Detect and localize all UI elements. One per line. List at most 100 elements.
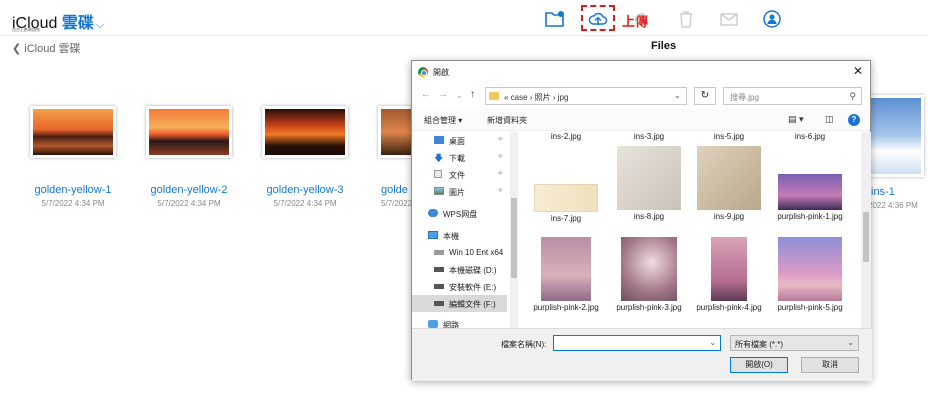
- file-tile[interactable]: ins-1 2022 4:36 PM: [868, 95, 928, 210]
- tree-item-pictures[interactable]: 圖片 ⟡: [412, 183, 507, 200]
- back-arrow-icon[interactable]: ←: [421, 89, 431, 100]
- sub-header: ❮ iCloud 雲碟 Files: [0, 37, 928, 59]
- file-item[interactable]: purplish-pink-3.jpg: [609, 237, 689, 313]
- share-people-icon[interactable]: [762, 10, 782, 28]
- pin-icon: ⟡: [498, 170, 503, 177]
- file-item[interactable]: ins-8.jpg: [609, 146, 689, 222]
- file-name: ins-9.jpg: [713, 212, 745, 221]
- up-arrow-icon[interactable]: ↑: [470, 89, 475, 100]
- view-options-icon[interactable]: ▤ ▾: [788, 114, 804, 125]
- filename-input[interactable]: ⌄: [553, 335, 721, 351]
- open-file-dialog: 開啟 ✕ ← → ⌄ ↑ « case › 照片 › jpg ⌄ ↻ 搜尋.jp…: [411, 60, 872, 381]
- dialog-footer: 檔案名稱(N): ⌄ 所有檔案 (*.*) ⌄ 開啟(O) 取消: [412, 328, 872, 381]
- pin-icon: ⟡: [498, 153, 503, 160]
- file-thumbnail: [534, 184, 598, 212]
- new-folder-icon[interactable]: [545, 10, 565, 28]
- scrollbar-thumb[interactable]: [511, 198, 517, 278]
- dialog-title: 開啟: [433, 68, 449, 77]
- file-item[interactable]: ins-5.jpg: [689, 132, 769, 142]
- help-icon[interactable]: ?: [848, 114, 860, 126]
- tree-label: 編輯文件 (F:): [449, 300, 496, 309]
- tree-item-documents[interactable]: 文件 ⟡: [412, 166, 507, 183]
- file-item[interactable]: purplish-pink-5.jpg: [770, 237, 850, 313]
- file-item[interactable]: purplish-pink-1.jpg: [770, 174, 850, 222]
- network-icon: [428, 320, 438, 328]
- open-button[interactable]: 開啟(O): [730, 357, 788, 373]
- navigation-tree: 桌面 ⟡ 🡇 下載 ⟡ 文件 ⟡ 圖片 ⟡ WPS网盘 本機 Win 10 En…: [412, 132, 509, 328]
- download-icon: 🡇: [434, 153, 444, 163]
- file-item[interactable]: purplish-pink-4.jpg: [689, 237, 769, 313]
- filetype-select[interactable]: 所有檔案 (*.*) ⌄: [730, 335, 859, 351]
- dialog-titlebar: 開啟 ✕: [412, 61, 870, 83]
- file-tile[interactable]: golden-yellow-2 5/7/2022 4:34 PM: [134, 106, 244, 208]
- file-item[interactable]: ins-3.jpg: [609, 132, 689, 142]
- file-list-scrollbar[interactable]: [861, 132, 871, 328]
- close-icon[interactable]: ✕: [853, 64, 863, 78]
- trash-icon: [680, 11, 692, 28]
- chevron-down-icon: ⌄: [847, 338, 854, 347]
- chevron-down-icon[interactable]: ⌄: [456, 91, 463, 100]
- file-tile[interactable]: golden-yellow-1 5/7/2022 4:34 PM: [18, 106, 128, 208]
- command-bar: 組合管理 ▾ 新增資料夾 ▤ ▾ ◫ ?: [412, 109, 870, 131]
- tree-item-drive-c[interactable]: Win 10 Ent x64: [412, 244, 507, 261]
- tree-item-downloads[interactable]: 🡇 下載 ⟡: [412, 149, 507, 166]
- documents-icon: [434, 170, 442, 178]
- forward-arrow-icon[interactable]: →: [438, 89, 448, 100]
- search-input[interactable]: 搜尋.jpg ⚲: [723, 87, 862, 105]
- file-item[interactable]: ins-9.jpg: [689, 146, 769, 222]
- address-bar[interactable]: « case › 照片 › jpg ⌄: [485, 87, 687, 105]
- tree-item-drive-f[interactable]: 編輯文件 (F:): [412, 295, 507, 312]
- file-tile[interactable]: golden-yellow-3 5/7/2022 4:34 PM: [250, 106, 360, 208]
- thumbnail: [146, 106, 232, 158]
- pin-icon: ⟡: [498, 187, 503, 194]
- file-date: 5/7/2022 4:34 PM: [41, 199, 105, 208]
- page-title: Files: [651, 40, 677, 52]
- file-item[interactable]: purplish-pink-2.jpg: [526, 237, 606, 313]
- filename-label: 檔案名稱(N):: [501, 340, 547, 349]
- download-icon: [635, 13, 646, 23]
- app-name: 雲碟: [61, 15, 94, 32]
- pin-icon: ⟡: [498, 136, 503, 143]
- file-item[interactable]: ins-2.jpg: [526, 132, 606, 142]
- drive-icon: [434, 250, 444, 255]
- chevron-down-icon[interactable]: ⌄: [709, 338, 716, 347]
- file-item[interactable]: ins-6.jpg: [770, 132, 850, 142]
- tree-item-drive-d[interactable]: 本機磁碟 (D:): [412, 261, 507, 278]
- file-name: ins-1: [871, 186, 895, 198]
- scrollbar-thumb[interactable]: [863, 212, 869, 262]
- drive-icon: [434, 284, 444, 289]
- file-date: 5/7/2022 4:34 PM: [157, 199, 221, 208]
- computer-icon: [428, 231, 438, 239]
- tree-label: Win 10 Ent x64: [449, 248, 504, 257]
- cancel-button[interactable]: 取消: [801, 357, 859, 373]
- upload-icon[interactable]: [588, 10, 608, 28]
- file-thumbnail: [697, 146, 761, 210]
- file-name: ins-3.jpg: [633, 132, 665, 141]
- tree-label: 下載: [449, 154, 465, 163]
- file-name: ins-7.jpg: [550, 214, 582, 223]
- file-name: purplish-pink-1.jpg: [777, 212, 843, 221]
- file-date: 5/7/2022 4:34 PM: [273, 199, 337, 208]
- file-item[interactable]: ins-7.jpg: [526, 184, 606, 224]
- preview-pane-icon[interactable]: ◫: [825, 114, 834, 125]
- tree-item-network[interactable]: 網路: [412, 316, 507, 328]
- tree-item-wps-cloud[interactable]: WPS网盘: [412, 205, 507, 222]
- tree-item-this-pc[interactable]: 本機: [412, 227, 507, 244]
- tree-item-desktop[interactable]: 桌面 ⟡: [412, 132, 507, 149]
- tree-item-drive-e[interactable]: 安裝軟件 (E:): [412, 278, 507, 295]
- organize-button[interactable]: 組合管理 ▾: [424, 115, 462, 126]
- tree-label: WPS网盘: [443, 210, 478, 219]
- file-name: golden-yellow-2: [150, 184, 228, 196]
- breadcrumb: « case › 照片 › jpg: [504, 93, 569, 102]
- refresh-icon[interactable]: ↻: [694, 87, 716, 105]
- chevron-down-icon[interactable]: ⌄: [674, 91, 681, 100]
- back-link[interactable]: ❮ iCloud 雲碟: [12, 40, 81, 56]
- file-date: 2022 4:36 PM: [868, 201, 918, 210]
- tree-label: 網路: [443, 321, 459, 328]
- new-folder-button[interactable]: 新增資料夾: [487, 115, 527, 126]
- search-placeholder: 搜尋.jpg: [730, 93, 759, 102]
- tree-scrollbar[interactable]: [510, 132, 518, 328]
- icloud-header: iCloud 雲碟 ⌵ 由台上數碼銷售 上傳: [0, 0, 928, 36]
- navigation-bar: ← → ⌄ ↑ « case › 照片 › jpg ⌄ ↻ 搜尋.jpg ⚲: [412, 83, 870, 109]
- desktop-icon: [434, 136, 444, 144]
